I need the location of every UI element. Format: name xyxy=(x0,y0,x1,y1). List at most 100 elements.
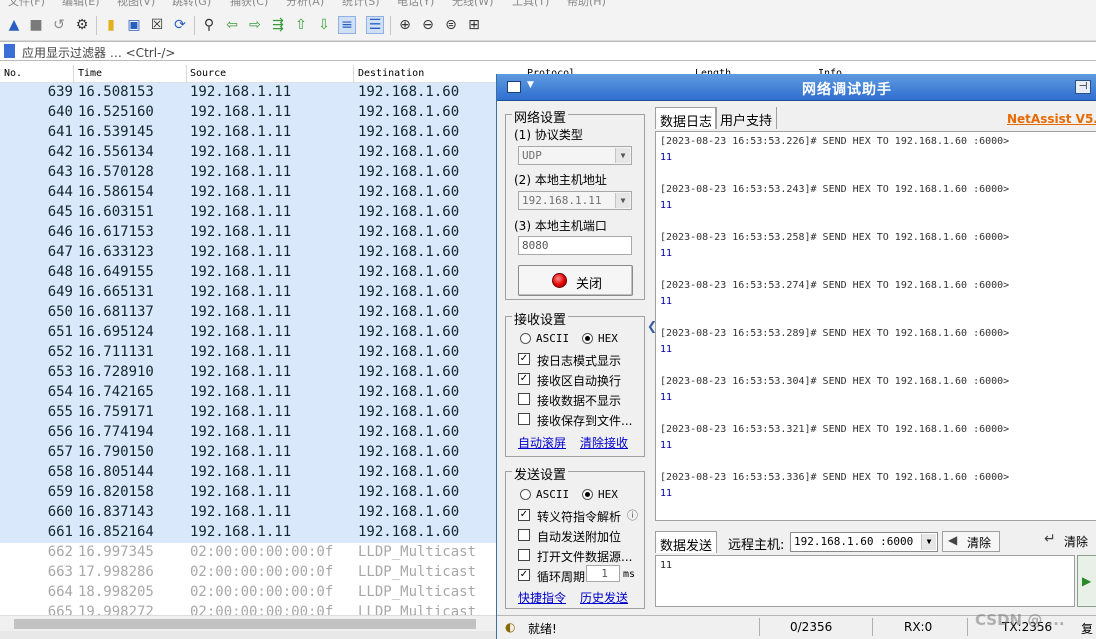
shark-fin-start-icon[interactable]: ▲ xyxy=(5,16,23,34)
packet-row[interactable]: 661 16.852164 192.168.1.11 192.168.1.60 xyxy=(0,523,496,543)
send-button[interactable]: ▶ xyxy=(1077,555,1096,607)
colorize-icon[interactable]: ☰ xyxy=(366,16,384,34)
stop-capture-icon[interactable]: ■ xyxy=(27,16,45,34)
send-option-checkbox[interactable] xyxy=(518,549,530,561)
close-file-icon[interactable]: ☒ xyxy=(148,16,166,34)
packet-row[interactable]: 653 16.728910 192.168.1.11 192.168.1.60 xyxy=(0,363,496,383)
packet-row[interactable]: 657 16.790150 192.168.1.11 192.168.1.60 xyxy=(0,443,496,463)
system-menu-dropdown-icon[interactable]: ▼ xyxy=(527,80,534,90)
display-filter-input[interactable]: 应用显示过滤器 … <Ctrl-/> xyxy=(22,44,175,61)
pin-icon[interactable]: ⊣ xyxy=(1075,80,1091,94)
recv-option-checkbox[interactable]: ✓ xyxy=(518,353,530,365)
recv-ascii-radio[interactable] xyxy=(520,333,531,344)
clear-send-button[interactable]: ↵ 清除 xyxy=(1042,531,1096,552)
packet-row[interactable]: 651 16.695124 192.168.1.11 192.168.1.60 xyxy=(0,323,496,343)
tab-data-send[interactable]: 数据发送 xyxy=(655,531,718,554)
netassist-brand-link[interactable]: NetAssist V5.0. xyxy=(1007,112,1096,126)
menu-item[interactable]: 统计(S) xyxy=(342,0,380,9)
zoom-in-icon[interactable]: ⊕ xyxy=(396,16,414,34)
send-hex-radio[interactable] xyxy=(582,489,593,500)
go-forward-icon[interactable]: ⇨ xyxy=(246,16,264,34)
packet-row[interactable]: 639 16.508153 192.168.1.11 192.168.1.60 xyxy=(0,83,496,103)
autoscroll-icon[interactable]: ≡ xyxy=(338,16,356,34)
packet-row[interactable]: 654 16.742165 192.168.1.11 192.168.1.60 xyxy=(0,383,496,403)
send-option-checkbox[interactable]: ✓ xyxy=(518,509,530,521)
resize-columns-icon[interactable]: ⊞ xyxy=(465,16,483,34)
horizontal-scrollbar[interactable] xyxy=(0,615,496,631)
column-header-destination[interactable]: Destination xyxy=(358,68,424,82)
go-to-packet-icon[interactable]: ⇶ xyxy=(269,16,287,34)
packet-row[interactable]: 659 16.820158 192.168.1.11 192.168.1.60 xyxy=(0,483,496,503)
protocol-select[interactable]: UDP ▼ xyxy=(518,146,632,165)
menu-item[interactable]: 帮助(H) xyxy=(567,0,606,9)
recv-option-checkbox[interactable] xyxy=(518,393,530,405)
recv-option-checkbox[interactable] xyxy=(518,413,530,425)
menu-item[interactable]: 工具(T) xyxy=(512,0,549,9)
menu-item[interactable]: 无线(W) xyxy=(452,0,493,9)
host-select[interactable]: 192.168.1.11 ▼ xyxy=(518,191,632,210)
data-log-area[interactable]: [2023-08-23 16:53:53.226]# SEND HEX TO 1… xyxy=(655,131,1096,521)
packet-row[interactable]: 664 18.998205 02:00:00:00:00:0f LLDP_Multic… xyxy=(0,583,496,603)
period-input[interactable]: 1 xyxy=(586,565,620,582)
menu-item[interactable]: 捕获(C) xyxy=(230,0,268,9)
column-header-source[interactable]: Source xyxy=(190,68,226,82)
packet-row[interactable]: 663 17.998286 02:00:00:00:00:0f LLDP_Multic… xyxy=(0,563,496,583)
send-ascii-radio[interactable] xyxy=(520,489,531,500)
netassist-titlebar[interactable]: ▼ 网络调试助手 ⊣ xyxy=(497,74,1096,101)
packet-row[interactable]: 643 16.570128 192.168.1.11 192.168.1.60 xyxy=(0,163,496,183)
close-connection-button[interactable]: 关闭 xyxy=(518,265,633,296)
tab-data-log[interactable]: 数据日志 xyxy=(655,107,718,130)
packet-row[interactable]: 640 16.525160 192.168.1.11 192.168.1.60 xyxy=(0,103,496,123)
packet-row[interactable]: 650 16.681137 192.168.1.11 192.168.1.60 xyxy=(0,303,496,323)
column-header-no[interactable]: No. xyxy=(4,68,22,82)
packet-row[interactable]: 647 16.633123 192.168.1.11 192.168.1.60 xyxy=(0,243,496,263)
packet-row[interactable]: 642 16.556134 192.168.1.11 192.168.1.60 xyxy=(0,143,496,163)
save-file-icon[interactable]: ▣ xyxy=(125,16,143,34)
filter-bookmark-icon[interactable] xyxy=(4,44,15,58)
packet-row[interactable]: 655 16.759171 192.168.1.11 192.168.1.60 xyxy=(0,403,496,423)
shortcut-commands-link[interactable]: 快捷指令 xyxy=(518,589,566,606)
packet-row[interactable]: 656 16.774194 192.168.1.11 192.168.1.60 xyxy=(0,423,496,443)
open-file-icon[interactable]: ▮ xyxy=(102,16,120,34)
packet-row[interactable]: 649 16.665131 192.168.1.11 192.168.1.60 xyxy=(0,283,496,303)
system-menu-icon[interactable] xyxy=(507,81,521,93)
zoom-out-icon[interactable]: ⊖ xyxy=(419,16,437,34)
status-reset[interactable]: 复 xyxy=(1081,620,1093,637)
restart-capture-icon[interactable]: ↺ xyxy=(50,16,68,34)
zoom-reset-icon[interactable]: ⊜ xyxy=(442,16,460,34)
packet-row[interactable]: 648 16.649155 192.168.1.11 192.168.1.60 xyxy=(0,263,496,283)
packet-row[interactable]: 660 16.837143 192.168.1.11 192.168.1.60 xyxy=(0,503,496,523)
packet-row[interactable]: 641 16.539145 192.168.1.11 192.168.1.60 xyxy=(0,123,496,143)
menu-item[interactable]: 跳转(G) xyxy=(172,0,211,9)
menu-item[interactable]: 编辑(E) xyxy=(62,0,100,9)
scrollbar-thumb[interactable] xyxy=(14,619,476,629)
chevron-down-icon[interactable]: ▼ xyxy=(615,193,630,208)
first-packet-icon[interactable]: ⇧ xyxy=(292,16,310,34)
send-option-checkbox[interactable]: ✓ xyxy=(518,569,530,581)
panel-collapse-icon[interactable]: ❮ xyxy=(647,319,657,399)
menu-item[interactable]: 文件(F) xyxy=(8,0,45,9)
send-history-link[interactable]: 历史发送 xyxy=(580,589,628,606)
chevron-down-icon[interactable]: ▼ xyxy=(921,534,936,550)
packet-row[interactable]: 644 16.586154 192.168.1.11 192.168.1.60 xyxy=(0,183,496,203)
menu-item[interactable]: 电话(Y) xyxy=(397,0,434,9)
chevron-down-icon[interactable]: ▼ xyxy=(615,148,630,163)
clear-remote-button[interactable]: ◀ 清除 xyxy=(942,531,1000,552)
find-packet-icon[interactable]: ⚲ xyxy=(200,16,218,34)
packet-row[interactable]: 652 16.711131 192.168.1.11 192.168.1.60 xyxy=(0,343,496,363)
tab-user-support[interactable]: 用户支持 xyxy=(715,107,778,129)
send-data-input[interactable]: 11 xyxy=(655,555,1075,607)
last-packet-icon[interactable]: ⇩ xyxy=(315,16,333,34)
menu-item[interactable]: 分析(A) xyxy=(286,0,324,9)
packet-row[interactable]: 646 16.617153 192.168.1.11 192.168.1.60 xyxy=(0,223,496,243)
auto-scroll-link[interactable]: 自动滚屏 xyxy=(518,434,566,451)
capture-options-icon[interactable]: ⚙ xyxy=(73,16,91,34)
packet-row[interactable]: 645 16.603151 192.168.1.11 192.168.1.60 xyxy=(0,203,496,223)
info-icon[interactable]: ⓘ xyxy=(627,507,638,523)
remote-host-select[interactable]: 192.168.1.60 :6000 ▼ xyxy=(790,532,938,552)
reload-file-icon[interactable]: ⟳ xyxy=(171,16,189,34)
port-input[interactable]: 8080 xyxy=(518,236,632,255)
display-filter-bar[interactable]: 应用显示过滤器 … <Ctrl-/> xyxy=(0,41,1096,61)
packet-row[interactable]: 658 16.805144 192.168.1.11 192.168.1.60 xyxy=(0,463,496,483)
go-back-icon[interactable]: ⇦ xyxy=(223,16,241,34)
